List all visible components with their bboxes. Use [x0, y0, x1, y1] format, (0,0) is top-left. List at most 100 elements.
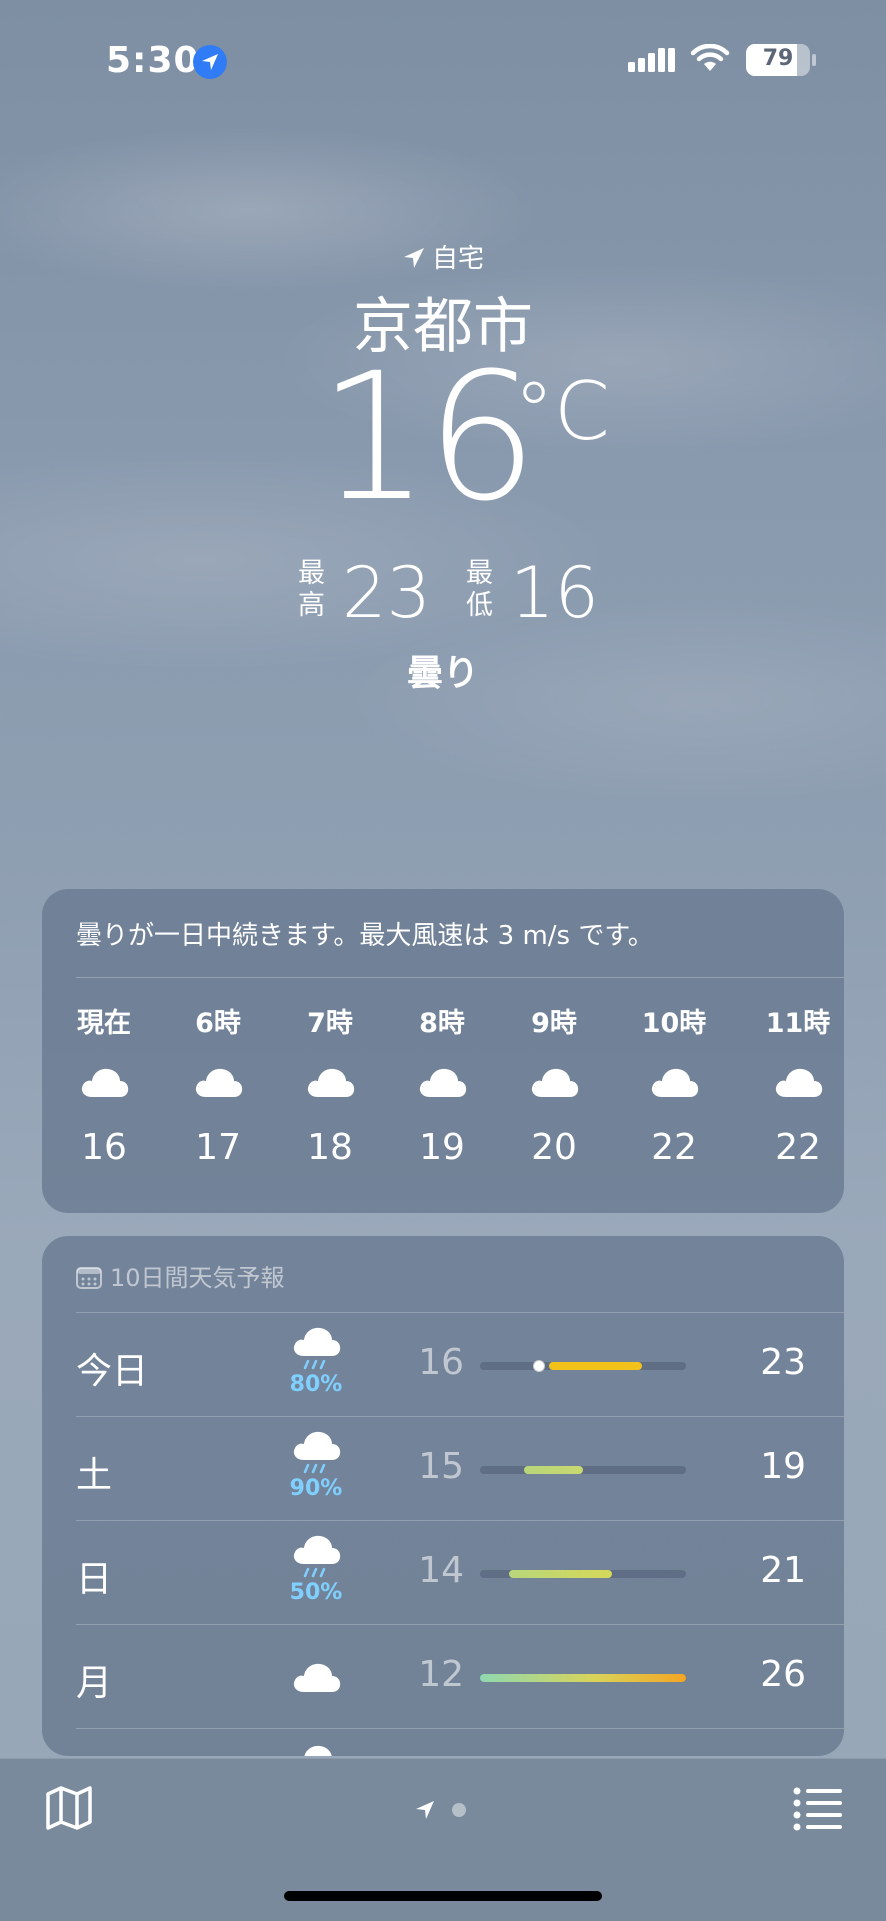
- temperature-range-track: [480, 1466, 686, 1474]
- hourly-item: 11時 22: [753, 1001, 843, 1168]
- hour-label: 6時: [195, 1008, 241, 1039]
- location-arrow-icon: [403, 248, 424, 268]
- temperature-range-track: [480, 1674, 686, 1682]
- current-temp-dot: [532, 1360, 545, 1372]
- forecast-summary: 曇りが一日中続きます。最大風速は 3 m/s です。: [76, 921, 654, 951]
- day-weather: 80%: [286, 1326, 346, 1397]
- temperature-unit: °C: [514, 365, 610, 458]
- cloud-icon: [286, 1742, 346, 1756]
- high-temperature: 26: [760, 1654, 806, 1695]
- low-label: 最低: [466, 558, 493, 621]
- high-label: 最高: [298, 558, 325, 621]
- status-time: 5:30: [106, 40, 200, 81]
- low-temperature: 16: [418, 1342, 464, 1383]
- row-divider: [76, 1520, 844, 1521]
- cloud-icon: [509, 1047, 599, 1117]
- battery-indicator: 79: [746, 44, 810, 76]
- day-weather: [286, 1638, 346, 1698]
- cloud-icon: [173, 1047, 263, 1117]
- temperature-range-bar: [524, 1466, 583, 1474]
- hourly-item: 10時 22: [629, 1001, 719, 1168]
- precipitation-chance: 90%: [289, 1476, 343, 1501]
- page-dot: [452, 1803, 466, 1817]
- cloud-icon: [753, 1047, 843, 1117]
- hour-label: 現在: [77, 1008, 131, 1039]
- hourly-forecast-card[interactable]: 曇りが一日中続きます。最大風速は 3 m/s です。 現在 16 6時 17 7時 18 8…: [42, 889, 844, 1213]
- hourly-item: 現在 16: [59, 1001, 149, 1168]
- high-temperature: 23: [760, 1342, 806, 1383]
- page-indicator[interactable]: [414, 1799, 466, 1821]
- hour-temperature: 22: [651, 1127, 697, 1168]
- day-weather: 50%: [286, 1534, 346, 1605]
- hour-temperature: 22: [775, 1127, 821, 1168]
- row-divider: [76, 1728, 844, 1729]
- row-divider: [76, 1624, 844, 1625]
- cloud-icon: [59, 1047, 149, 1117]
- cloud-rain-icon: [286, 1534, 346, 1586]
- day-weather: 90%: [286, 1430, 346, 1501]
- battery-cap: [812, 54, 816, 66]
- cellular-signal-icon: [628, 46, 676, 78]
- cloud-icon: [286, 1660, 346, 1698]
- cloud-icon: [285, 1047, 375, 1117]
- city-list-button[interactable]: [792, 1785, 844, 1831]
- current-location-page-icon: [416, 1801, 434, 1819]
- current-temperature: 16: [318, 335, 538, 540]
- hourly-item: 8時 19: [397, 1001, 487, 1168]
- home-indicator[interactable]: [284, 1891, 602, 1901]
- daily-row[interactable]: 今日 80% 16 23: [76, 1312, 844, 1416]
- low-temperature: 14: [418, 1550, 464, 1591]
- hour-temperature: 19: [419, 1127, 465, 1168]
- high-temperature: 21: [760, 1550, 806, 1591]
- temperature-range-bar: [548, 1362, 642, 1370]
- ten-day-forecast-card[interactable]: 10日間天気予報 今日 80% 16 23 土 90% 15 19 日 50% 14 21 月 12 26: [42, 1236, 844, 1756]
- day-label: 日: [76, 1559, 113, 1600]
- daily-row[interactable]: 日 50% 14 21: [76, 1520, 844, 1624]
- list-icon: [793, 1787, 842, 1831]
- day-label: 土: [76, 1455, 113, 1496]
- hour-label: 7時: [307, 1008, 353, 1039]
- cloud-icon: [629, 1047, 719, 1117]
- hour-temperature: 16: [81, 1127, 127, 1168]
- cloud-icon: [397, 1047, 487, 1117]
- low-temperature: 12: [418, 1654, 464, 1695]
- hour-label: 10時: [641, 1008, 707, 1039]
- row-divider: [76, 1416, 844, 1417]
- home-label-text: 自宅: [431, 244, 484, 274]
- wifi-icon: [690, 43, 730, 78]
- temperature-range-track: [480, 1360, 686, 1372]
- cloud-rain-icon: [286, 1430, 346, 1482]
- hour-temperature: 17: [195, 1127, 241, 1168]
- day-label: 月: [76, 1663, 113, 1704]
- precipitation-chance: 50%: [289, 1580, 343, 1605]
- daily-row[interactable]: 土 90% 15 19: [76, 1416, 844, 1520]
- low-temperature: 15: [418, 1446, 464, 1487]
- day-label: 今日: [76, 1351, 149, 1392]
- map-button[interactable]: [44, 1783, 94, 1833]
- battery-percent: 79: [762, 46, 794, 71]
- location-label: 自宅: [0, 238, 886, 275]
- status-bar: 5:30 79: [0, 0, 886, 120]
- temperature-range-bar: [480, 1674, 686, 1682]
- condition-text: 曇り: [406, 653, 479, 694]
- hourly-item: 7時 18: [285, 1001, 375, 1168]
- calendar-icon: [76, 1267, 102, 1289]
- low-temp: 16: [510, 552, 600, 634]
- ten-day-header: 10日間天気予報: [76, 1258, 285, 1293]
- high-temperature: 19: [760, 1446, 806, 1487]
- ten-day-title: 10日間天気予報: [110, 1264, 285, 1292]
- hour-label: 11時: [765, 1008, 831, 1039]
- hour-temperature: 18: [307, 1127, 353, 1168]
- hour-label: 9時: [531, 1008, 577, 1039]
- temperature-range-track: [480, 1570, 686, 1578]
- bottom-toolbar: [0, 1758, 886, 1921]
- divider: [76, 977, 844, 978]
- hourly-item: 9時 20: [509, 1001, 599, 1168]
- precipitation-chance: 80%: [289, 1372, 343, 1397]
- daily-row[interactable]: 月 12 26: [76, 1624, 844, 1728]
- row-divider: [76, 1312, 844, 1313]
- high-temp: 23: [342, 552, 432, 634]
- daily-row-partial[interactable]: [76, 1728, 844, 1756]
- hour-temperature: 20: [531, 1127, 577, 1168]
- hour-label: 8時: [419, 1008, 465, 1039]
